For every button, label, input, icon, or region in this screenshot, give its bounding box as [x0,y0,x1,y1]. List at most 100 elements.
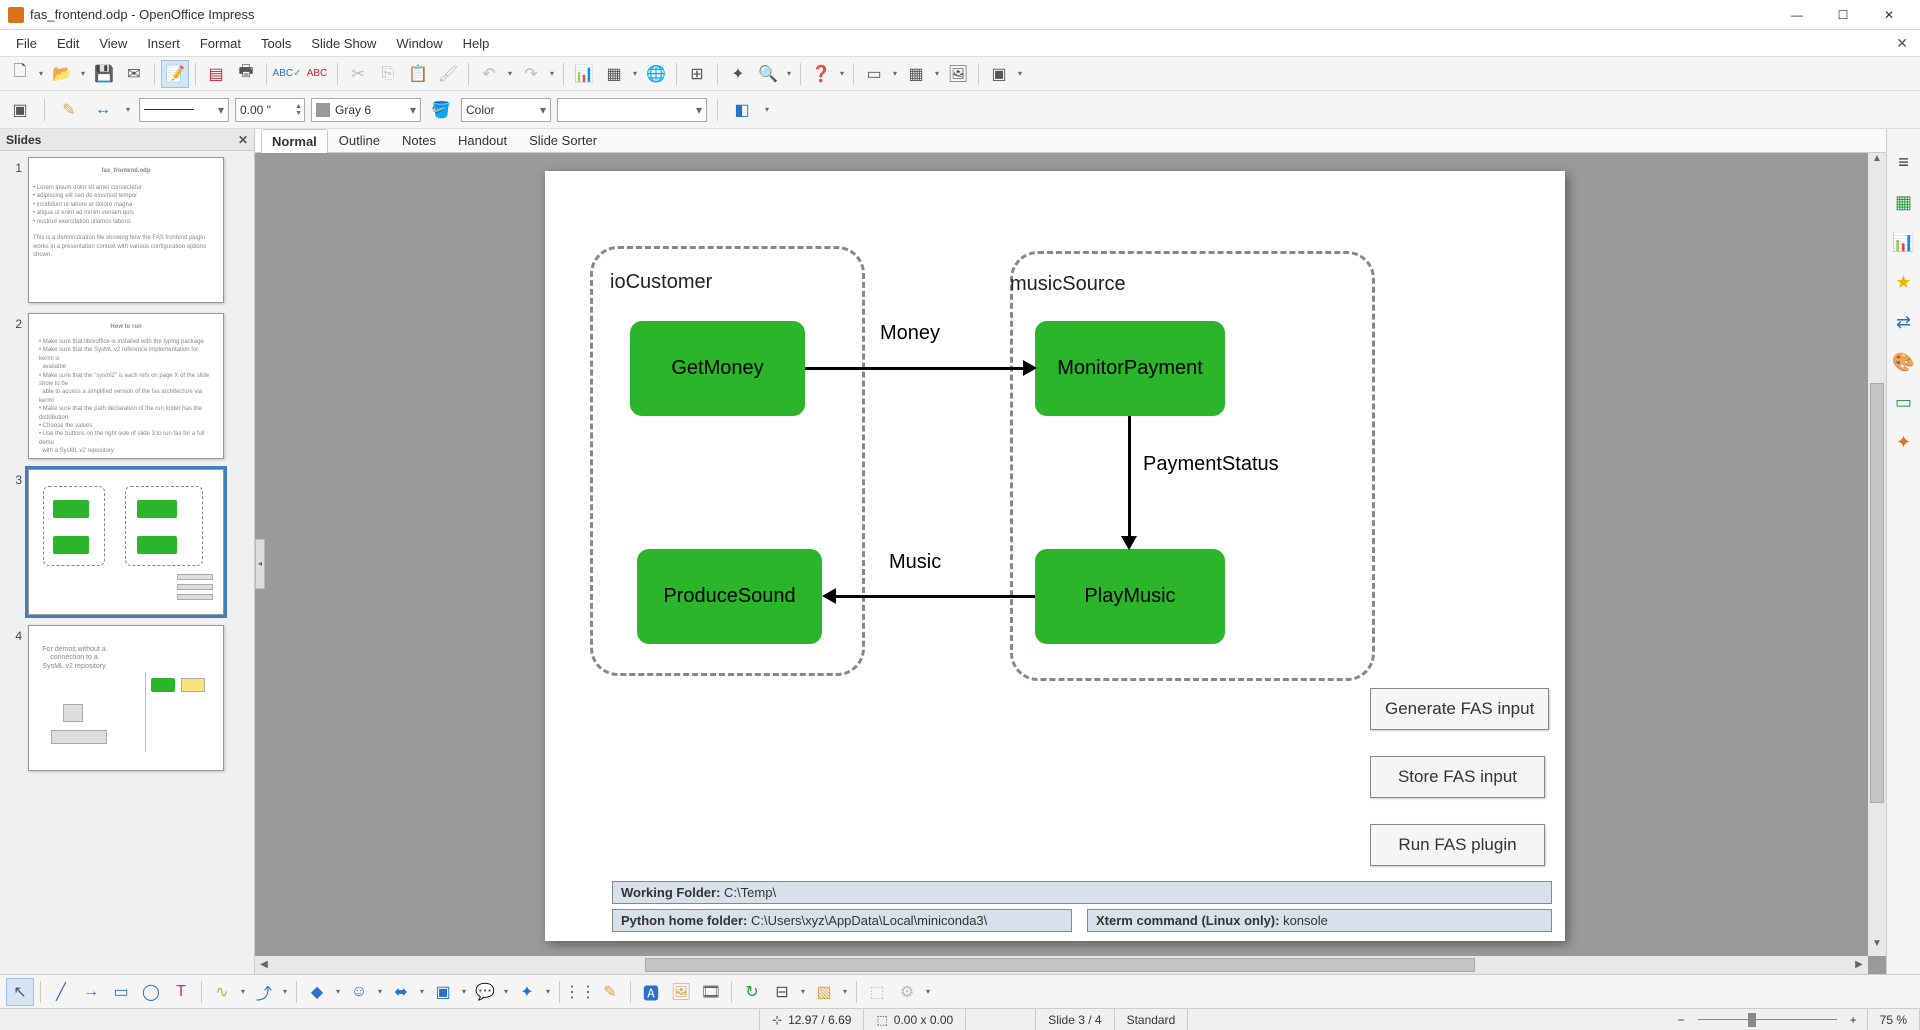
edit-mode-button[interactable]: 📝 [161,60,189,88]
tab-handout[interactable]: Handout [447,128,518,152]
gallery-pane-button[interactable]: ▦ [1891,189,1917,215]
box-producesound[interactable]: ProduceSound [637,549,822,644]
copy-button[interactable]: ⎘ [374,60,402,88]
insert-av-button[interactable]: 🎞 [697,978,725,1006]
status-slide[interactable]: Slide 3 / 4 [1036,1009,1114,1030]
slide-canvas[interactable]: ioCustomer musicSource GetMoney MonitorP… [545,171,1565,941]
box-monitorpayment[interactable]: MonitorPayment [1035,321,1225,416]
arrow-label-paymentstatus[interactable]: PaymentStatus [1143,453,1279,476]
properties-pane-button[interactable]: ≡ [1891,149,1917,175]
redo-button[interactable]: ↷ [517,60,545,88]
master-pages-button[interactable]: 📊 [1891,229,1917,255]
slide-transition-button[interactable]: ⇄ [1891,309,1917,335]
group-label-musicsource[interactable]: musicSource [1010,273,1126,296]
menu-window[interactable]: Window [386,32,452,55]
slide-thumb-1[interactable]: 1 fas_frontend.odp• Lorem ipsum dolor si… [2,157,252,303]
basic-shapes-dropdown[interactable] [333,987,343,996]
arrow-tool-button[interactable]: → [77,978,105,1006]
line-style-combo[interactable]: ▾ [139,98,229,122]
paste-button[interactable]: 📋 [404,60,432,88]
slide-layout-dropdown[interactable] [932,69,942,78]
arrange-dropdown[interactable] [840,987,850,996]
arrow-paymentstatus[interactable] [1128,416,1131,536]
button-run-fas[interactable]: Run FAS plugin [1370,824,1545,866]
button-store-fas[interactable]: Store FAS input [1370,756,1545,798]
drawbar-overflow[interactable] [923,987,933,996]
ellipse-tool-button[interactable]: ◯ [137,978,165,1006]
horizontal-scrollbar[interactable]: ◀ ▶ [255,956,1868,974]
menu-help[interactable]: Help [453,32,500,55]
canvas-area[interactable]: ◂ ioCustomer musicSource GetMoney Monito… [255,153,1886,974]
minimize-button[interactable]: — [1774,0,1820,30]
slide-thumb-3[interactable]: 3 [2,469,252,615]
arrow-money[interactable] [805,367,1023,370]
symbol-shapes-dropdown[interactable] [375,987,385,996]
area-fill-button[interactable]: 🪣 [427,96,455,124]
slide-thumb-2[interactable]: 2 How to run• Make sure that libreoffice… [2,313,252,459]
layouts-button[interactable]: ▭ [1891,389,1917,415]
start-slideshow-button[interactable]: ▣ [985,60,1013,88]
zoom-value[interactable]: 75 % [1868,1009,1920,1030]
connector-dropdown[interactable] [280,987,290,996]
styles-button[interactable]: 🎨 [1891,349,1917,375]
vertical-scrollbar[interactable]: ▲ ▼ [1868,153,1886,956]
stars-dropdown[interactable] [543,987,553,996]
block-arrows-dropdown[interactable] [417,987,427,996]
grid-button[interactable]: ⊞ [683,60,711,88]
info-xterm-command[interactable]: Xterm command (Linux only): konsole [1087,909,1552,932]
scroll-right-button[interactable]: ▶ [1850,956,1868,974]
flowchart-button[interactable]: ▣ [429,978,457,1006]
rectangle-tool-button[interactable]: ▭ [107,978,135,1006]
points-edit-button[interactable]: ⋮⋮ [566,978,594,1006]
undo-button[interactable]: ↶ [475,60,503,88]
toolbar-overflow-2[interactable] [1015,69,1025,78]
block-arrows-button[interactable]: ⬌ [387,978,415,1006]
tab-notes[interactable]: Notes [391,128,447,152]
panel-collapse-handle[interactable]: ◂ [255,539,265,589]
slide-design-button[interactable]: 🖼 [944,60,972,88]
info-working-folder[interactable]: Working Folder: C:\Temp\ [612,881,1552,904]
save-button[interactable]: 💾 [90,60,118,88]
flowchart-dropdown[interactable] [459,987,469,996]
format-paintbrush-button[interactable]: 🖌 [434,60,462,88]
slides-list[interactable]: 1 fas_frontend.odp• Lorem ipsum dolor si… [0,151,254,974]
menu-file[interactable]: File [6,32,47,55]
fontwork-button[interactable]: 🅰 [637,978,665,1006]
tab-normal[interactable]: Normal [261,129,328,153]
redo-dropdown[interactable] [547,69,557,78]
rotate-button[interactable]: ↻ [738,978,766,1006]
table-dropdown[interactable] [630,69,640,78]
menu-format[interactable]: Format [190,32,251,55]
box-getmoney[interactable]: GetMoney [630,321,805,416]
toolbar2-overflow[interactable] [762,105,772,114]
line-width-spinbox[interactable]: 0.00 "▲▼ [235,98,305,122]
button-generate-fas[interactable]: Generate FAS input [1370,688,1549,730]
line-color-combo[interactable]: Gray 6▾ [311,98,421,122]
extrusion-button[interactable]: ⬚ [863,978,891,1006]
alignment-button[interactable]: ⊟ [768,978,796,1006]
custom-animation-button[interactable]: ★ [1891,269,1917,295]
insert-slide-dropdown[interactable] [890,69,900,78]
scroll-up-button[interactable]: ▲ [1868,153,1886,171]
print-button[interactable]: 🖶 [232,60,260,88]
menu-view[interactable]: View [89,32,137,55]
scroll-down-button[interactable]: ▼ [1868,938,1886,956]
arrow-music[interactable] [835,595,1035,598]
tab-outline[interactable]: Outline [328,128,391,152]
close-document-button[interactable]: ✕ [1890,33,1914,54]
arrange-button-2[interactable]: ▧ [810,978,838,1006]
status-template[interactable]: Standard [1115,1009,1189,1030]
auto-spellcheck-button[interactable]: ABC [303,60,331,88]
insert-slide-button[interactable]: ▭ [860,60,888,88]
text-tool-button[interactable]: T [167,978,195,1006]
email-button[interactable]: ✉ [120,60,148,88]
new-doc-dropdown[interactable] [36,69,46,78]
fill-color-combo[interactable]: ▾ [557,98,707,122]
navigator-pane-button[interactable]: ✦ [1891,429,1917,455]
line-style-button[interactable]: ✎ [55,96,83,124]
slide-thumb-4[interactable]: 4 For demos without a connection to a Sy… [2,625,252,771]
hscroll-thumb[interactable] [645,958,1475,972]
menu-tools[interactable]: Tools [251,32,301,55]
new-doc-button[interactable]: 🗋 [6,60,34,88]
arrow-label-music[interactable]: Music [889,551,941,574]
